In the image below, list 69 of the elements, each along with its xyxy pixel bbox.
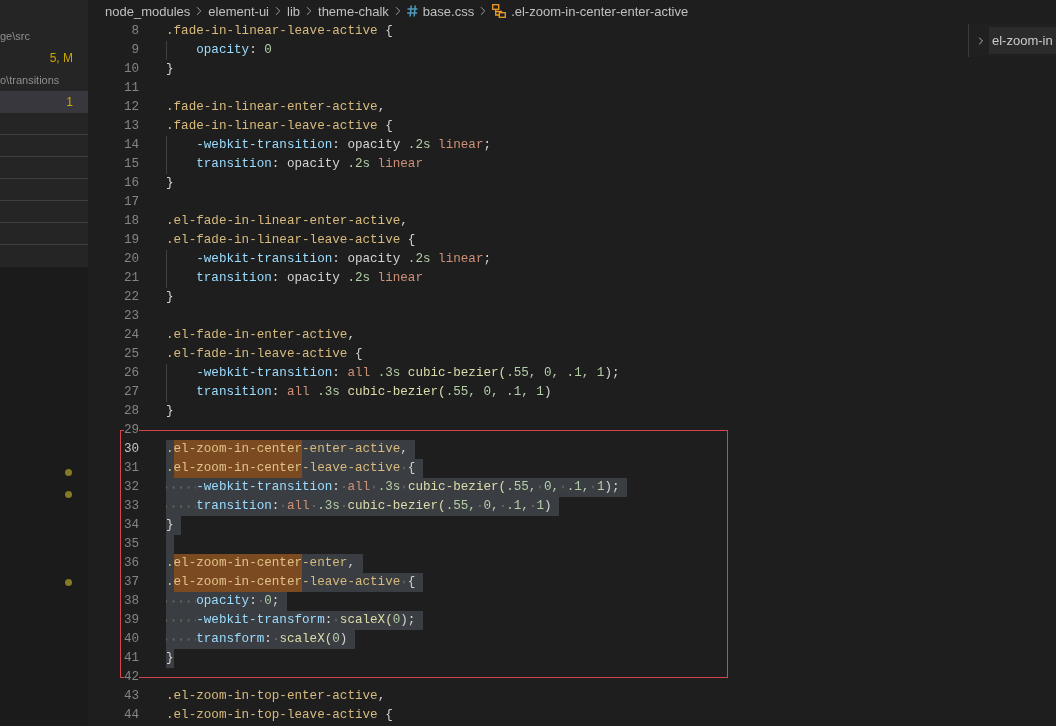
line-number: 38 bbox=[123, 593, 139, 610]
status-text: 5, M bbox=[49, 50, 73, 67]
line-number: 28 bbox=[123, 403, 139, 420]
line-number: 19 bbox=[123, 232, 139, 249]
line-number: 8 bbox=[131, 23, 139, 40]
code-line: transition: opacity .2s linear bbox=[166, 269, 423, 288]
outline-item[interactable]: el-zoom-in bbox=[989, 27, 1056, 54]
line-number: 15 bbox=[123, 156, 139, 173]
breadcrumb-item[interactable]: theme-chalk bbox=[318, 2, 389, 20]
line-number: 22 bbox=[123, 289, 139, 306]
line-number: 26 bbox=[123, 365, 139, 382]
code-line: -webkit-transition: opacity .2s linear; bbox=[166, 250, 491, 269]
line-number: 23 bbox=[123, 308, 139, 325]
code-line: .el-zoom-in-top-leave-active { bbox=[166, 707, 393, 724]
line-number: 33 bbox=[123, 498, 139, 515]
path-description: ge\src bbox=[0, 28, 30, 44]
code-line: .el-zoom-in-top-enter-active, bbox=[166, 688, 386, 705]
line-number: 35 bbox=[123, 536, 139, 553]
line-number: 37 bbox=[123, 574, 139, 591]
line-number: 9 bbox=[131, 42, 139, 59]
breadcrumb-item[interactable]: .el-zoom-in-center-enter-active bbox=[492, 2, 689, 20]
line-number: 10 bbox=[123, 61, 139, 78]
code-line: transition: all .3s cubic-bezier(.55, 0, .1, 1) bbox=[166, 383, 552, 402]
breadcrumb-item[interactable]: node_modules bbox=[105, 2, 191, 20]
code-line: } bbox=[166, 175, 174, 192]
breadcrumb-item[interactable]: element-ui bbox=[208, 2, 269, 20]
code-line: } bbox=[166, 403, 174, 420]
line-number: 25 bbox=[123, 346, 139, 363]
code-line: .fade-in-linear-enter-active, bbox=[166, 99, 386, 116]
line-number: 12 bbox=[123, 99, 139, 116]
line-number: 41 bbox=[123, 650, 139, 667]
line-number: 30 bbox=[123, 441, 139, 458]
status-text: 1 bbox=[66, 94, 73, 111]
code-line: -webkit-transition: opacity .2s linear; bbox=[166, 136, 491, 155]
line-number: 17 bbox=[123, 194, 139, 211]
code-line: } bbox=[166, 61, 174, 78]
line-number: 11 bbox=[123, 80, 139, 97]
line-number: 16 bbox=[123, 175, 139, 192]
line-number: 27 bbox=[123, 384, 139, 401]
line-number: 18 bbox=[123, 213, 139, 230]
breadcrumb-item[interactable]: base.css bbox=[406, 2, 475, 20]
path-description: o\transitions bbox=[0, 72, 60, 88]
code-line: transition: opacity .2s linear bbox=[166, 155, 423, 174]
code-line: .el-fade-in-enter-active, bbox=[166, 327, 355, 344]
line-number: 36 bbox=[123, 555, 139, 572]
line-number: 14 bbox=[123, 137, 139, 154]
line-number: 34 bbox=[123, 517, 139, 534]
hash-icon bbox=[406, 5, 418, 17]
code-line: } bbox=[166, 289, 174, 306]
line-number: 21 bbox=[123, 270, 139, 287]
tree-row[interactable]: 1 bbox=[0, 91, 88, 113]
code-line: .el-fade-in-linear-enter-active, bbox=[166, 213, 408, 230]
code-line: .fade-in-linear-leave-active { bbox=[166, 23, 393, 40]
code-line: .el-fade-in-linear-leave-active { bbox=[166, 232, 416, 249]
breadcrumb-item[interactable]: lib bbox=[287, 2, 300, 20]
line-number: 44 bbox=[123, 707, 139, 724]
code-line: -webkit-transition: all .3s cubic-bezier(.55, 0, .1, 1); bbox=[166, 364, 620, 383]
hierarchy-icon bbox=[492, 4, 507, 18]
code-line: .el-fade-in-leave-active { bbox=[166, 346, 363, 363]
line-number: 39 bbox=[123, 612, 139, 629]
code-line: .fade-in-linear-leave-active { bbox=[166, 118, 393, 135]
line-number: 20 bbox=[123, 251, 139, 268]
line-number: 31 bbox=[123, 460, 139, 477]
line-number: 13 bbox=[123, 118, 139, 135]
line-number: 32 bbox=[123, 479, 139, 496]
code-line: opacity: 0 bbox=[166, 41, 272, 60]
line-number: 43 bbox=[123, 688, 139, 705]
line-number: 40 bbox=[123, 631, 139, 648]
line-number: 24 bbox=[123, 327, 139, 344]
